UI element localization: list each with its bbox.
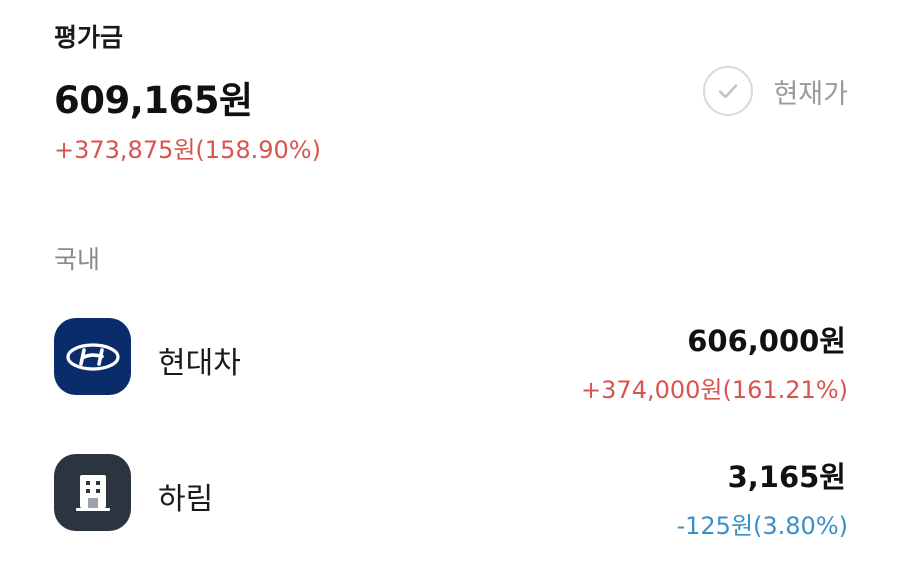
check-icon[interactable] (703, 66, 754, 116)
building-icon (54, 454, 131, 531)
summary-total: 609,165원 (54, 79, 253, 122)
holding-row-hyundai[interactable]: 현대차 606,000원 +374,000원(161.21%) (0, 318, 900, 428)
holding-value: 606,000원 (687, 324, 846, 358)
summary-label: 평가금 (54, 23, 124, 52)
holding-row-harim[interactable]: 하림 3,165원 -125원(3.80%) (0, 454, 900, 564)
holding-change: +374,000원(161.21%) (581, 376, 848, 404)
current-price-toggle-label: 현재가 (773, 78, 848, 110)
section-title-domestic: 국내 (54, 245, 101, 274)
hyundai-logo-icon (54, 318, 131, 395)
holding-name: 하림 (158, 482, 214, 517)
portfolio-screen: 평가금 609,165원 +373,875원(158.90%) 현재가 국내 현… (0, 0, 900, 564)
holding-value: 3,165원 (727, 460, 846, 494)
summary-change: +373,875원(158.90%) (54, 136, 321, 164)
current-price-toggle[interactable]: 현재가 (703, 66, 848, 116)
holding-change: -125원(3.80%) (676, 512, 848, 540)
holding-name: 현대차 (158, 346, 241, 381)
